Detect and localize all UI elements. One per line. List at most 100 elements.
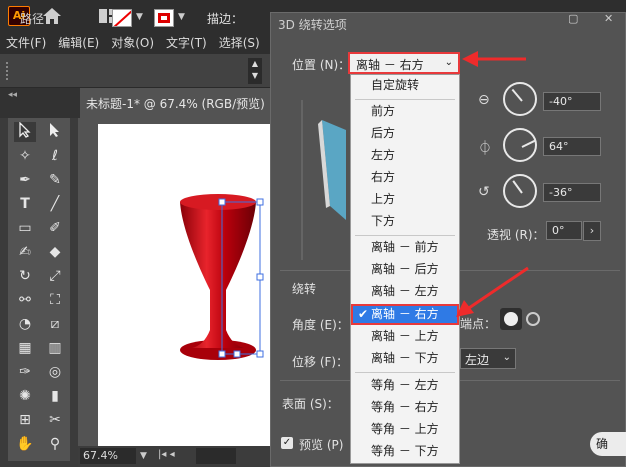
y-axis-dial[interactable]	[503, 128, 537, 162]
artboard-tool-icon[interactable]: ⊞	[14, 410, 36, 430]
position-select[interactable]: 离轴 － 右方 ⌄	[348, 52, 460, 74]
option-back[interactable]: 后方	[351, 123, 459, 144]
maximize-icon[interactable]: ▢	[568, 12, 578, 25]
free-transform-tool-icon[interactable]: ⛶	[44, 290, 66, 310]
option-isometric-bottom[interactable]: 等角 － 下方	[351, 441, 459, 462]
ok-button[interactable]: 确	[590, 432, 626, 456]
zoom-tool-icon[interactable]: ⚲	[44, 434, 66, 454]
pen-tool-icon[interactable]: ✒	[14, 170, 36, 190]
menu-file[interactable]: 文件(F)	[0, 32, 52, 54]
chevron-down-icon[interactable]: ▼	[140, 451, 147, 461]
chevron-down-icon: ⌄	[444, 57, 453, 68]
option-off-axis-back[interactable]: 离轴 － 后方	[351, 259, 459, 280]
option-off-axis-front[interactable]: 离轴 － 前方	[351, 237, 459, 258]
zoom-level-field[interactable]: 67.4%	[80, 448, 136, 464]
position-dropdown-list: 自定旋转 前方 后方 左方 右方 上方 下方 离轴 － 前方 离轴 － 后方 离…	[350, 74, 460, 464]
stroke-color-swatch[interactable]	[154, 9, 174, 27]
collapse-panel-icon[interactable]: ◂◂	[8, 90, 17, 100]
fill-none-swatch[interactable]	[112, 9, 132, 27]
eraser-tool-icon[interactable]: ◆	[44, 242, 66, 262]
direct-selection-tool-icon[interactable]	[44, 122, 66, 142]
rectangle-tool-icon[interactable]: ▭	[14, 218, 36, 238]
option-divider	[355, 235, 455, 236]
perspective-field[interactable]: 0°	[546, 221, 582, 240]
chevron-right-icon[interactable]: ›	[583, 221, 601, 241]
option-top[interactable]: 上方	[351, 189, 459, 210]
x-axis-field[interactable]: -40°	[543, 92, 601, 111]
slice-tool-icon[interactable]: ✂	[44, 410, 66, 430]
object-type-label: 路径	[20, 12, 45, 26]
rotate-tool-icon[interactable]: ↻	[14, 266, 36, 286]
option-off-axis-right[interactable]: ✔ 离轴 － 右方	[351, 304, 459, 325]
scale-tool-icon[interactable]: ⤢	[44, 266, 66, 286]
option-isometric-right[interactable]: 等角 － 右方	[351, 397, 459, 418]
none-slash-icon	[113, 10, 131, 26]
option-bottom[interactable]: 下方	[351, 211, 459, 232]
preview-label: 预览 (P)	[299, 438, 344, 452]
stroke-label: 描边：	[207, 12, 244, 26]
curvature-tool-icon[interactable]: ✎	[44, 170, 66, 190]
x-axis-rotate-icon: ⊖	[478, 92, 490, 108]
option-off-axis-bottom[interactable]: 离轴 － 下方	[351, 348, 459, 369]
option-off-axis-right-label: 离轴 － 右方	[371, 307, 439, 321]
column-graph-tool-icon[interactable]: ▮	[44, 386, 66, 406]
menu-select[interactable]: 选择(S)	[213, 32, 266, 54]
stroke-weight-stepper[interactable]: ▲ ▼	[248, 58, 262, 84]
selection-tool-icon[interactable]	[14, 121, 36, 142]
gradient-tool-icon[interactable]: ▥	[44, 338, 66, 358]
option-off-axis-top[interactable]: 离轴 － 上方	[351, 326, 459, 347]
goblet-artwork[interactable]	[170, 190, 272, 365]
shape-builder-tool-icon[interactable]: ◔	[14, 314, 36, 334]
revolve-section-title: 绕转	[292, 282, 317, 296]
symbol-sprayer-tool-icon[interactable]: ✺	[14, 386, 36, 406]
z-axis-rotate-icon: ↺	[478, 184, 490, 200]
option-isometric-top[interactable]: 等角 － 上方	[351, 419, 459, 440]
preview-checkbox[interactable]: ✓	[281, 437, 293, 449]
artboard-number-field[interactable]	[196, 448, 236, 464]
perspective-grid-tool-icon[interactable]: ⧄	[44, 314, 66, 334]
option-front[interactable]: 前方	[351, 101, 459, 122]
tools-panel: ✧ ℓ ✒ ✎ T ╱ ▭ ✐ ✍ ◆ ↻ ⤢ ⚯ ⛶ ◔ ⧄ ▦ ▥ ✑ ◎ …	[8, 118, 70, 461]
type-tool-icon[interactable]: T	[14, 194, 36, 214]
menu-object[interactable]: 对象(O)	[105, 32, 160, 54]
stroke-square-icon	[158, 13, 170, 23]
chevron-down-icon[interactable]: ▼	[178, 12, 185, 22]
option-right[interactable]: 右方	[351, 167, 459, 188]
option-left[interactable]: 左方	[351, 145, 459, 166]
control-bar	[0, 54, 272, 88]
option-divider	[355, 372, 455, 373]
option-divider	[355, 99, 455, 100]
line-tool-icon[interactable]: ╱	[44, 194, 66, 214]
panel-grip-icon[interactable]	[6, 62, 10, 80]
z-axis-dial[interactable]	[503, 174, 537, 208]
y-axis-field[interactable]: 64°	[543, 137, 601, 156]
document-tab[interactable]: 未标题-1* @ 67.4% (RGB/预览)	[80, 88, 270, 118]
chevron-down-icon[interactable]: ▼	[136, 12, 143, 22]
mesh-tool-icon[interactable]: ▦	[14, 338, 36, 358]
rotation-cube-preview[interactable]	[296, 80, 346, 260]
lasso-tool-icon[interactable]: ℓ	[44, 146, 66, 166]
menu-type[interactable]: 文字(T)	[160, 32, 213, 54]
width-tool-icon[interactable]: ⚯	[14, 290, 36, 310]
paintbrush-tool-icon[interactable]: ✐	[44, 218, 66, 238]
blend-tool-icon[interactable]: ◎	[44, 362, 66, 382]
y-axis-rotate-icon: ⏀	[478, 141, 492, 157]
option-isometric-left[interactable]: 等角 － 左方	[351, 375, 459, 396]
hand-tool-icon[interactable]: ✋	[14, 434, 36, 454]
offset-from-value: 左边	[465, 353, 490, 367]
checkmark-icon: ✔	[358, 307, 369, 321]
z-axis-field[interactable]: -36°	[543, 183, 601, 202]
eyedropper-tool-icon[interactable]: ✑	[14, 362, 36, 382]
close-icon[interactable]: ✕	[604, 12, 613, 25]
magic-wand-tool-icon[interactable]: ✧	[14, 146, 36, 166]
dialog-title: 3D 绕转选项	[278, 18, 347, 32]
shaper-tool-icon[interactable]: ✍	[14, 242, 36, 262]
menu-edit[interactable]: 编辑(E)	[52, 32, 105, 54]
first-artboard-icon[interactable]: |◂ ◂	[158, 449, 175, 460]
option-off-axis-left[interactable]: 离轴 － 左方	[351, 281, 459, 302]
home-icon[interactable]	[42, 7, 62, 25]
annotation-arrow-icon	[456, 266, 529, 317]
offset-from-select[interactable]: 左边 ⌄	[460, 348, 516, 369]
x-axis-dial[interactable]	[503, 82, 537, 116]
option-custom-rotation[interactable]: 自定旋转	[351, 75, 459, 96]
